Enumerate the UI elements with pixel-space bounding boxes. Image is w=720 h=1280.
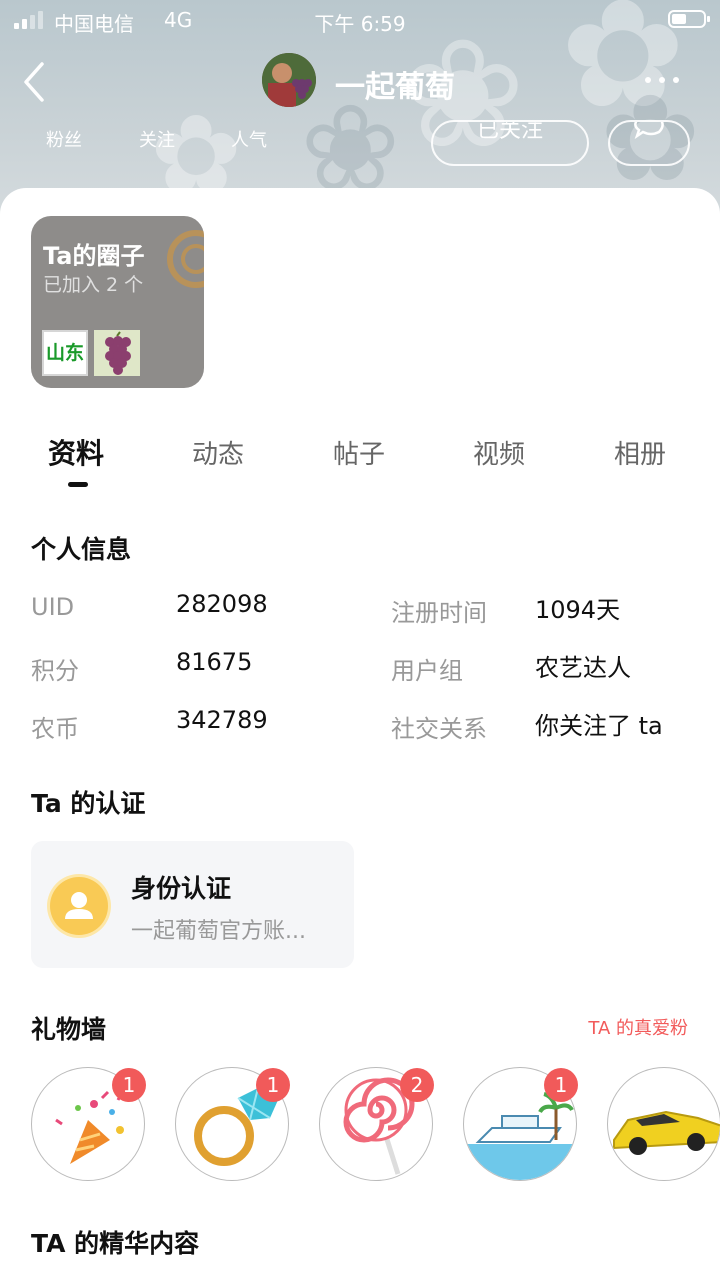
tab-album[interactable]: 相册 bbox=[614, 434, 666, 471]
tab-videos[interactable]: 视频 bbox=[473, 434, 525, 471]
user-group-label: 用户组 bbox=[391, 657, 463, 685]
tab-posts[interactable]: 帖子 bbox=[333, 434, 385, 471]
circle-logo-icon bbox=[167, 230, 204, 288]
status-time: 下午 6:59 bbox=[314, 12, 406, 36]
popularity-label[interactable]: 人气 bbox=[231, 126, 267, 152]
tab-profile[interactable]: 资料 bbox=[48, 432, 104, 472]
uid-value: 282098 bbox=[176, 590, 268, 618]
battery-icon bbox=[668, 10, 710, 28]
featured-content-title: TA 的精华内容 bbox=[31, 1229, 200, 1258]
relationship-label: 社交关系 bbox=[391, 715, 487, 743]
back-arrow-icon[interactable] bbox=[22, 60, 66, 104]
circles-title: Ta的圈子 bbox=[43, 242, 145, 270]
true-fans-link[interactable]: TA 的真爱粉 bbox=[588, 1014, 688, 1040]
circle-thumbnail-shandong[interactable]: 山东 bbox=[42, 330, 88, 376]
gift-count-badge: 1 bbox=[256, 1068, 290, 1102]
circle-thumbnail-grapes[interactable] bbox=[94, 330, 140, 376]
points-label: 积分 bbox=[31, 657, 79, 685]
sports-car-icon[interactable] bbox=[607, 1067, 720, 1181]
gift-wall-title: 礼物墙 bbox=[31, 1015, 107, 1044]
gift-count-badge: 2 bbox=[400, 1068, 434, 1102]
certification-type: 身份认证 bbox=[131, 874, 232, 903]
circles-subtitle: 已加入 2 个 bbox=[43, 274, 144, 296]
personal-info-title: 个人信息 bbox=[31, 535, 132, 564]
certification-title: Ta 的认证 bbox=[31, 789, 146, 818]
certification-description: 一起葡萄官方账... bbox=[131, 919, 306, 944]
active-tab-indicator bbox=[68, 482, 88, 487]
registration-value: 1094天 bbox=[535, 596, 621, 624]
more-options-icon[interactable] bbox=[642, 68, 682, 92]
gift-count-badge: 1 bbox=[544, 1068, 578, 1102]
tab-activity[interactable]: 动态 bbox=[192, 434, 244, 471]
user-icon bbox=[50, 877, 108, 935]
gift-count-badge: 1 bbox=[112, 1068, 146, 1102]
following-label[interactable]: 关注 bbox=[139, 126, 175, 152]
avatar[interactable] bbox=[262, 53, 316, 107]
coins-label: 农币 bbox=[31, 715, 79, 743]
status-bar: 中国电信 4G 下午 6:59 bbox=[0, 0, 720, 40]
relationship-value: 你关注了 ta bbox=[535, 712, 663, 740]
user-group-value: 农艺达人 bbox=[535, 654, 631, 682]
uid-label: UID bbox=[31, 593, 75, 621]
circles-card[interactable]: Ta的圈子 已加入 2 个 山东 bbox=[31, 216, 204, 388]
followed-button[interactable]: 已关注 bbox=[431, 120, 589, 166]
coins-value: 342789 bbox=[176, 706, 268, 734]
message-button[interactable] bbox=[608, 120, 690, 166]
profile-name: 一起葡萄 bbox=[335, 70, 455, 105]
registration-label: 注册时间 bbox=[391, 599, 487, 627]
chat-bubble-icon bbox=[634, 122, 664, 140]
identity-certification-card[interactable]: 身份认证 一起葡萄官方账... bbox=[31, 841, 354, 968]
grape-icon bbox=[105, 331, 131, 375]
fans-label[interactable]: 粉丝 bbox=[46, 126, 82, 152]
profile-tabs: 资料 动态 帖子 视频 相册 bbox=[0, 434, 720, 474]
points-value: 81675 bbox=[176, 648, 253, 676]
